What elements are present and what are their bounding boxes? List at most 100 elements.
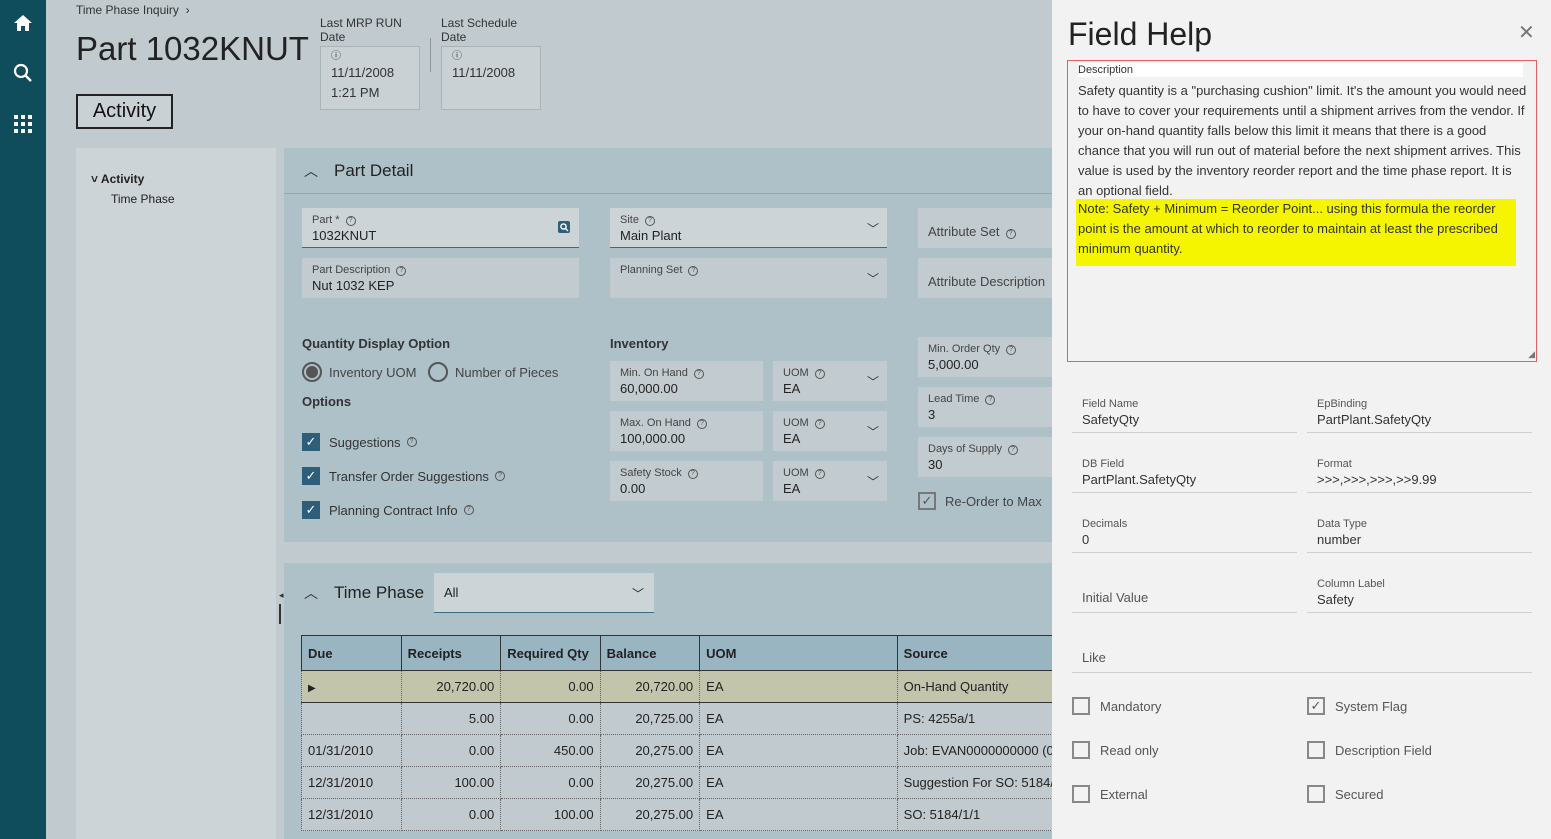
suggestions-checkbox[interactable]: ✓ Suggestions? bbox=[302, 433, 417, 451]
home-icon[interactable] bbox=[11, 11, 35, 35]
table-row[interactable]: 12/31/2010 0.00 100.00 20,275.00 EA SO: … bbox=[301, 798, 1052, 831]
epbinding-value: PartPlant.SafetyQty bbox=[1317, 412, 1432, 427]
column-header[interactable]: Receipts bbox=[400, 635, 502, 671]
uom-cell: EA bbox=[699, 702, 898, 735]
column-header[interactable]: UOM bbox=[699, 635, 898, 671]
help-icon[interactable]: ? bbox=[494, 471, 505, 481]
tree-item-time-phase[interactable]: Time Phase bbox=[111, 192, 175, 206]
like-label: Like bbox=[1082, 650, 1106, 665]
help-icon[interactable]: ? bbox=[406, 437, 417, 447]
grid-icon[interactable] bbox=[11, 112, 35, 136]
check-icon[interactable]: ✓ bbox=[918, 492, 936, 510]
table-row[interactable]: 12/31/2010 100.00 0.00 20,275.00 EA Sugg… bbox=[301, 766, 1052, 799]
help-icon[interactable]: ? bbox=[985, 395, 996, 405]
uom-cell: EA bbox=[699, 798, 898, 831]
safety-uom-select[interactable]: UOM? EA ﹀ bbox=[773, 461, 887, 501]
planning-contract-checkbox[interactable]: ✓ Planning Contract Info? bbox=[302, 501, 474, 519]
help-icon[interactable]: ? bbox=[814, 419, 825, 429]
planning-set-select[interactable]: Planning Set? ﹀ bbox=[610, 258, 887, 298]
radio-selected-icon[interactable] bbox=[302, 362, 322, 382]
filter-value: All bbox=[444, 585, 459, 600]
breadcrumb[interactable]: Time Phase Inquiry › bbox=[76, 3, 190, 17]
help-icon[interactable]: ? bbox=[814, 369, 825, 379]
help-icon[interactable]: ⓘ bbox=[331, 51, 409, 63]
balance-cell: 20,720.00 bbox=[599, 670, 701, 703]
part-search-icon[interactable] bbox=[557, 220, 571, 237]
splitter-handle[interactable]: ◂ bbox=[279, 590, 284, 626]
part-field[interactable]: Part *? 1032KNUT bbox=[302, 208, 579, 248]
last-mrp-value[interactable]: ⓘ 11/11/2008 1:21 PM bbox=[320, 46, 420, 110]
max-uom-select[interactable]: UOM? EA ﹀ bbox=[773, 411, 887, 451]
tree-item-activity[interactable]: ˅ Activity bbox=[91, 172, 144, 186]
help-icon[interactable]: ? bbox=[396, 266, 407, 276]
part-description-field[interactable]: Part Description? Nut 1032 KEP bbox=[302, 258, 579, 298]
chevron-down-icon[interactable]: ˅ bbox=[91, 172, 98, 186]
quantity-display-label: Quantity Display Option bbox=[302, 336, 451, 351]
safety-stock-field[interactable]: Safety Stock? 0.00 bbox=[610, 461, 763, 501]
external-checkbox: External bbox=[1072, 785, 1148, 803]
help-icon[interactable]: ⓘ bbox=[452, 51, 530, 63]
help-icon[interactable]: ? bbox=[1006, 345, 1017, 355]
check-icon[interactable]: ✓ bbox=[302, 501, 320, 519]
site-select[interactable]: Site? Main Plant ﹀ bbox=[610, 208, 887, 248]
table-row[interactable]: 01/31/2010 0.00 450.00 20,275.00 EA Job:… bbox=[301, 734, 1052, 767]
radio-inventory-uom[interactable]: Inventory UOM bbox=[302, 362, 416, 382]
close-icon[interactable]: ✕ bbox=[1518, 20, 1535, 45]
time-phase-grid: Due Receipts Required Qty Balance UOM So… bbox=[301, 635, 1052, 831]
min-uom-select[interactable]: UOM? EA ﹀ bbox=[773, 361, 887, 401]
chevron-down-icon[interactable]: ﹀ bbox=[867, 220, 879, 237]
column-header[interactable]: Required Qty bbox=[500, 635, 601, 671]
resize-handle-icon[interactable]: ◢ bbox=[1528, 349, 1535, 360]
help-icon[interactable]: ? bbox=[687, 469, 698, 479]
min-on-hand-field[interactable]: Min. On Hand? 60,000.00 bbox=[610, 361, 763, 401]
chevron-down-icon[interactable]: ﹀ bbox=[632, 585, 644, 602]
radio-unselected-icon[interactable] bbox=[428, 362, 448, 382]
description-text: Safety quantity is a "purchasing cushion… bbox=[1078, 83, 1527, 198]
help-icon[interactable]: ? bbox=[814, 469, 825, 479]
help-icon[interactable]: ? bbox=[644, 216, 655, 226]
min-order-qty-field[interactable]: Min. Order Qty? 5,000.00 bbox=[918, 337, 1052, 377]
table-row[interactable]: ▶ 20,720.00 0.00 20,720.00 EA On-Hand Qu… bbox=[301, 670, 1052, 703]
time-phase-filter-select[interactable]: All ﹀ bbox=[434, 573, 654, 613]
uom-value: EA bbox=[783, 431, 801, 446]
receipts-cell: 5.00 bbox=[400, 702, 502, 735]
chevron-up-icon[interactable]: ︿ bbox=[304, 583, 318, 603]
column-header[interactable]: Balance bbox=[599, 635, 701, 671]
reorder-to-max-checkbox[interactable]: ✓ Re-Order to Max bbox=[918, 492, 1042, 510]
transfer-order-checkbox[interactable]: ✓ Transfer Order Suggestions? bbox=[302, 467, 505, 485]
days-of-supply-field[interactable]: Days of Supply? 30 bbox=[918, 437, 1052, 477]
checkbox-icon bbox=[1072, 697, 1090, 715]
chevron-down-icon[interactable]: ﹀ bbox=[867, 373, 879, 390]
last-schedule-value[interactable]: ⓘ 11/11/2008 bbox=[441, 46, 541, 110]
attribute-description-field[interactable]: Attribute Description bbox=[918, 258, 1052, 298]
column-header[interactable]: Source bbox=[896, 635, 1052, 671]
activity-button[interactable]: Activity bbox=[76, 94, 173, 129]
chevron-down-icon[interactable]: ﹀ bbox=[867, 473, 879, 490]
time-phase-header[interactable]: ︿ Time Phase bbox=[284, 563, 1052, 623]
description-textarea[interactable]: Description Safety quantity is a "purcha… bbox=[1067, 60, 1537, 362]
column-header[interactable]: Due bbox=[301, 635, 402, 671]
part-detail-header[interactable]: ︿ Part Detail bbox=[284, 148, 1052, 194]
chevron-down-icon[interactable]: ﹀ bbox=[867, 270, 879, 287]
help-icon[interactable]: ? bbox=[1007, 445, 1018, 455]
help-icon[interactable]: ? bbox=[463, 505, 474, 515]
check-icon[interactable]: ✓ bbox=[302, 467, 320, 485]
collapse-left-icon[interactable]: ◂ bbox=[279, 590, 284, 601]
chevron-down-icon[interactable]: ﹀ bbox=[867, 423, 879, 440]
search-icon[interactable] bbox=[11, 61, 35, 85]
attribute-set-field[interactable]: Attribute Set? bbox=[918, 208, 1052, 248]
balance-cell: 20,275.00 bbox=[599, 766, 701, 799]
help-icon[interactable]: ? bbox=[693, 369, 704, 379]
help-icon[interactable]: ? bbox=[688, 266, 699, 276]
radio-number-of-pieces[interactable]: Number of Pieces bbox=[428, 362, 558, 382]
breadcrumb-label[interactable]: Time Phase Inquiry bbox=[76, 3, 179, 17]
max-on-hand-field[interactable]: Max. On Hand? 100,000.00 bbox=[610, 411, 763, 451]
help-icon[interactable]: ? bbox=[696, 419, 707, 429]
lead-time-field[interactable]: Lead Time? 3 bbox=[918, 387, 1052, 427]
help-icon[interactable]: ? bbox=[345, 216, 356, 226]
check-icon[interactable]: ✓ bbox=[302, 433, 320, 451]
table-row[interactable]: 5.00 0.00 20,725.00 EA PS: 4255a/1 bbox=[301, 702, 1052, 735]
chevron-up-icon[interactable]: ︿ bbox=[304, 161, 318, 181]
help-icon[interactable]: ? bbox=[1005, 229, 1016, 239]
balance-cell: 20,725.00 bbox=[599, 702, 701, 735]
